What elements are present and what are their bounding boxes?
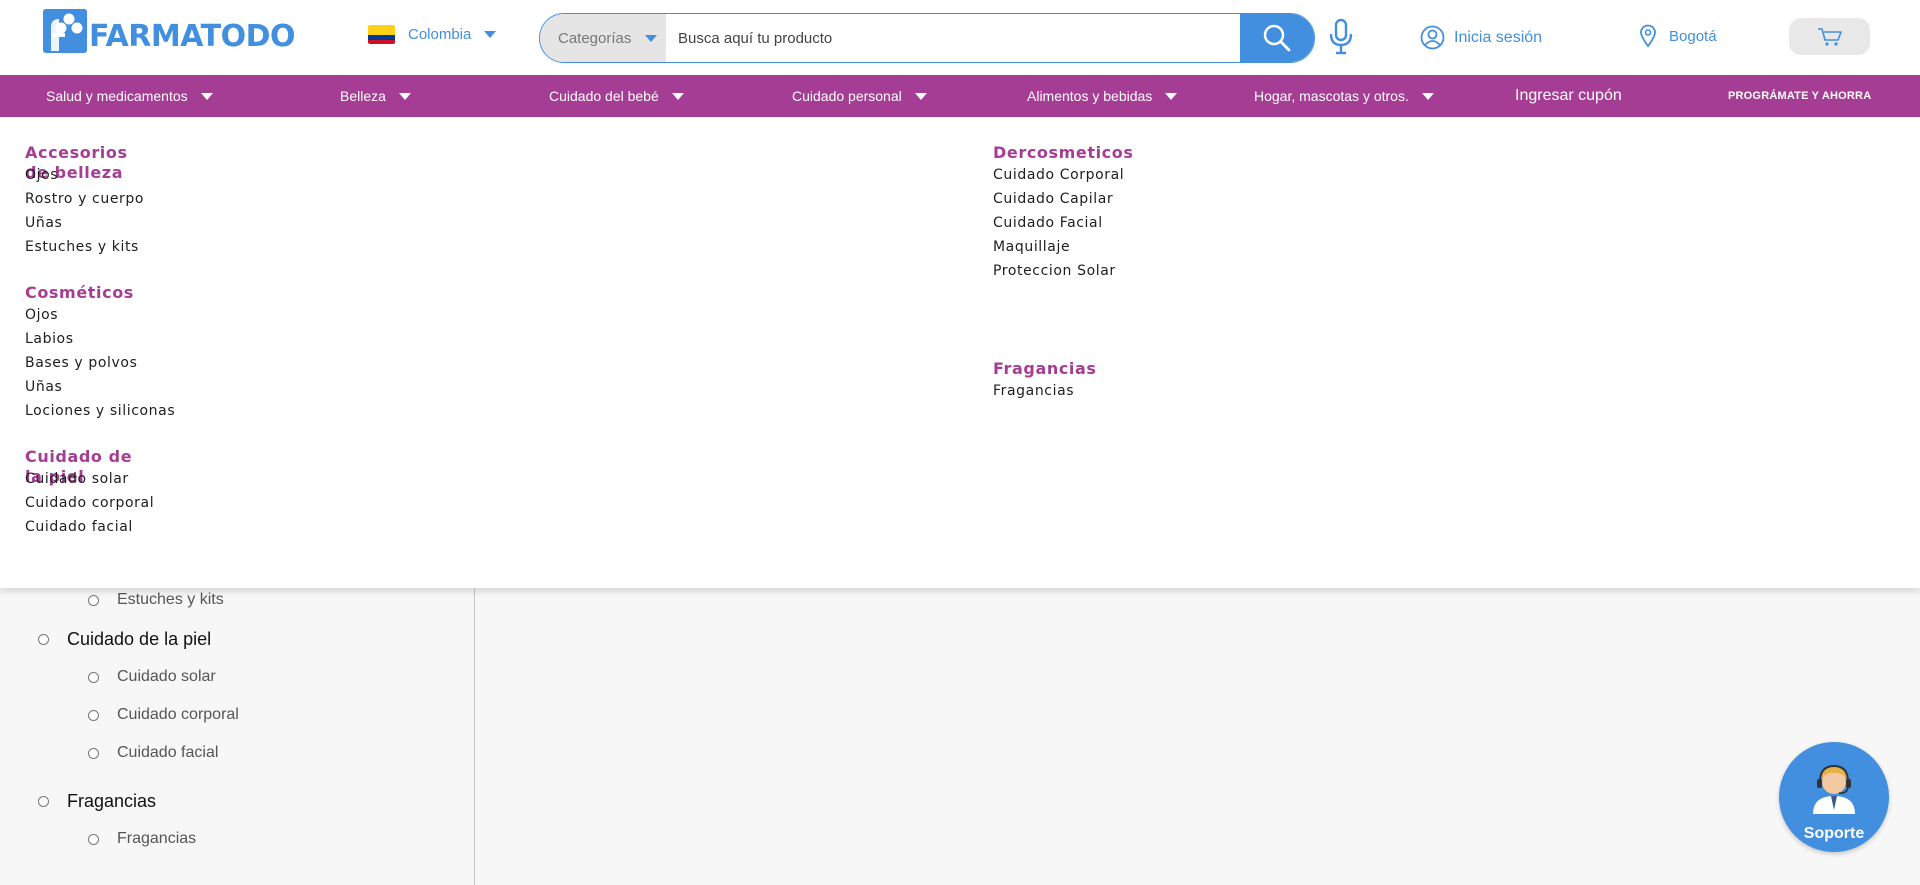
- nav-belleza[interactable]: Belleza: [340, 75, 411, 117]
- chevron-down-icon: [671, 92, 684, 100]
- mega-group-title[interactable]: Cosméticos: [25, 283, 175, 303]
- mega-link[interactable]: Cuidado facial: [25, 515, 154, 539]
- mega-link[interactable]: Estuches y kits: [25, 235, 144, 259]
- nav-cuidado-personal[interactable]: Cuidado personal: [792, 75, 927, 117]
- support-label: Soporte: [1803, 825, 1865, 842]
- mega-group-title[interactable]: Fragancias: [993, 359, 1097, 379]
- support-button[interactable]: Soporte: [1779, 742, 1889, 852]
- mega-link[interactable]: Uñas: [25, 211, 144, 235]
- nav-alimentos-bebidas[interactable]: Alimentos y bebidas: [1027, 75, 1178, 117]
- brand-name: FARMATODO: [89, 18, 295, 54]
- sidebar-item-cuidado-facial[interactable]: Cuidado facial: [88, 744, 218, 762]
- sidebar-item-cuidado-corporal[interactable]: Cuidado corporal: [88, 706, 239, 724]
- city-selector[interactable]: Bogotá: [1639, 24, 1717, 48]
- chevron-down-icon: [1421, 92, 1434, 100]
- sidebar-item-fragancias[interactable]: Fragancias: [38, 791, 156, 812]
- chevron-down-icon: [914, 92, 927, 100]
- country-label: Colombia: [408, 26, 472, 43]
- mega-link[interactable]: Fragancias: [993, 379, 1097, 403]
- cart-button[interactable]: [1789, 18, 1870, 55]
- user-icon: [1420, 25, 1445, 50]
- promo-link[interactable]: PROGRÁMATE Y AHORRA: [1728, 75, 1871, 117]
- nav-cuidado-bebe[interactable]: Cuidado del bebé: [549, 75, 684, 117]
- logo-mark-icon: [43, 9, 87, 53]
- radio-bullet-icon: [88, 594, 99, 606]
- radio-bullet-icon: [38, 634, 49, 645]
- site-header: FARMATODO Colombia Categorías Busca aquí…: [0, 0, 1920, 75]
- mega-group-cuidado-piel: Cuidado de la piel Cuidado solar Cuidado…: [25, 447, 154, 539]
- country-selector[interactable]: Colombia: [368, 25, 497, 44]
- chevron-down-icon: [645, 34, 658, 42]
- cart-icon: [1817, 27, 1842, 46]
- sidebar-item-estuches-kits[interactable]: Estuches y kits: [88, 591, 224, 609]
- support-agent-icon: [1813, 764, 1855, 814]
- mega-link[interactable]: Labios: [25, 327, 175, 351]
- mega-link[interactable]: Proteccion Solar: [993, 259, 1133, 283]
- mega-link[interactable]: Cuidado Corporal: [993, 163, 1133, 187]
- mega-group-dercosmeticos: Dercosmeticos Cuidado Corporal Cuidado C…: [993, 143, 1133, 283]
- farmatodo-logo[interactable]: FARMATODO: [43, 9, 295, 54]
- radio-bullet-icon: [88, 747, 99, 759]
- search-bar: Categorías: [539, 13, 1315, 63]
- category-nav: Salud y medicamentos Belleza Cuidado del…: [0, 75, 1920, 117]
- nav-hogar-mascotas[interactable]: Hogar, mascotas y otros.: [1254, 75, 1434, 117]
- mega-link[interactable]: Cuidado Facial: [993, 211, 1133, 235]
- mega-link[interactable]: Bases y polvos: [25, 351, 175, 375]
- sidebar-item-cuidado-solar[interactable]: Cuidado solar: [88, 668, 216, 686]
- sidebar-item-cuidado-piel[interactable]: Cuidado de la piel: [38, 629, 211, 650]
- mega-link[interactable]: Lociones y siliconas: [25, 399, 175, 423]
- radio-bullet-icon: [88, 671, 99, 683]
- microphone-icon: [1329, 18, 1353, 55]
- chevron-down-icon: [484, 31, 497, 38]
- mega-link[interactable]: Uñas: [25, 375, 175, 399]
- mega-link[interactable]: Cuidado Capilar: [993, 187, 1133, 211]
- mega-menu: Accesorios de belleza Ojos Rostro y cuer…: [0, 117, 1920, 588]
- mega-group-title[interactable]: Accesorios de belleza: [25, 143, 144, 182]
- mega-link[interactable]: Maquillaje: [993, 235, 1133, 259]
- mega-group-title[interactable]: Cuidado de la piel: [25, 447, 154, 486]
- mega-link[interactable]: Cuidado solar: [25, 467, 154, 491]
- chevron-down-icon: [200, 92, 213, 100]
- search-input[interactable]: [666, 14, 1240, 62]
- location-pin-icon: [1640, 24, 1656, 48]
- mega-link[interactable]: Rostro y cuerpo: [25, 187, 144, 211]
- nav-salud-medicamentos[interactable]: Salud y medicamentos: [46, 75, 213, 117]
- category-dropdown[interactable]: Categorías: [540, 14, 666, 62]
- radio-bullet-icon: [38, 796, 49, 807]
- mega-link[interactable]: Ojos: [25, 303, 175, 327]
- radio-bullet-icon: [88, 709, 99, 721]
- mega-group-title[interactable]: Dercosmeticos: [993, 143, 1133, 163]
- sidebar-item-fragancias-sub[interactable]: Fragancias: [88, 830, 196, 848]
- mega-group-fragancias: Fragancias Fragancias: [993, 359, 1097, 403]
- mega-group-accesorios: Accesorios de belleza Ojos Rostro y cuer…: [25, 143, 144, 259]
- mega-link[interactable]: Cuidado corporal: [25, 491, 154, 515]
- mega-group-cosmeticos: Cosméticos Ojos Labios Bases y polvos Uñ…: [25, 283, 175, 423]
- login-link[interactable]: Inicia sesión: [1420, 25, 1542, 50]
- search-button[interactable]: [1240, 14, 1314, 62]
- coupon-link[interactable]: Ingresar cupón: [1515, 75, 1622, 117]
- chevron-down-icon: [1165, 92, 1178, 100]
- radio-bullet-icon: [88, 833, 99, 845]
- voice-search-button[interactable]: [1328, 18, 1354, 61]
- chevron-down-icon: [398, 92, 411, 100]
- search-icon: [1263, 24, 1291, 52]
- colombia-flag-icon: [368, 25, 395, 44]
